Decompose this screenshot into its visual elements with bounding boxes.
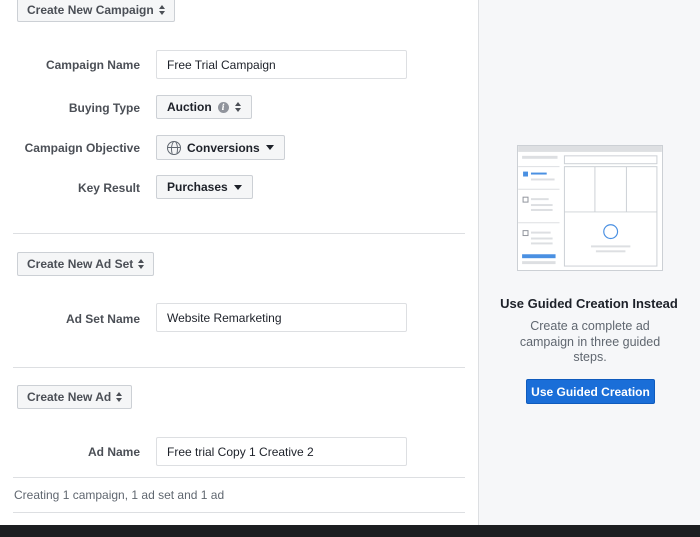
section-divider [13,233,465,234]
create-new-ad-dropdown[interactable]: Create New Ad [17,385,133,409]
create-new-ad-set-dropdown[interactable]: Create New Ad Set [17,252,155,276]
info-icon[interactable]: i [217,101,229,113]
campaign-objective-label: Campaign Objective [24,141,140,155]
bottom-bar [0,525,700,537]
ad-set-name-label: Ad Set Name [65,312,140,326]
updown-arrows-icon [158,5,165,15]
section-divider [13,477,465,478]
illustration-blue-bar [522,254,556,259]
section-divider [13,367,465,368]
globe-icon [167,140,181,155]
key-result-value: Purchases [167,180,228,194]
illustration-line [530,237,553,240]
illustration-line [522,261,556,265]
key-result-select[interactable]: Purchases [156,175,253,199]
illustration-circle [603,224,619,240]
ad-name-input[interactable]: Free trial Copy 1 Creative 2 [156,437,407,466]
illustration-line [530,208,553,211]
caret-down-icon [233,184,242,190]
grid-icon [522,196,529,203]
check-icon [523,171,528,177]
illustration-line [530,242,553,245]
illustration-line [530,204,553,207]
create-new-campaign-dropdown[interactable]: Create New Campaign [17,0,175,22]
campaign-name-label: Campaign Name [45,58,140,72]
ad-set-name-input[interactable]: Website Remarketing [156,303,407,332]
image-icon [522,230,529,237]
ad-name-label: Ad Name [87,445,140,459]
creation-summary: Creating 1 campaign, 1 ad set and 1 ad [14,488,225,502]
create-new-ad-set-label: Create New Ad Set [27,257,134,271]
illustration-line [530,178,555,181]
ad-set-name-value: Website Remarketing [167,310,282,325]
ad-name-value: Free trial Copy 1 Creative 2 [167,444,314,459]
key-result-label: Key Result [77,181,140,195]
illustration-line [530,198,549,201]
create-new-campaign-label: Create New Campaign [27,3,154,17]
use-guided-creation-button[interactable]: Use Guided Creation [526,379,655,404]
footer-divider [13,512,465,513]
illustration-topbar [518,146,662,152]
updown-arrows-icon [234,102,241,112]
illustration-header-box [563,155,658,165]
create-new-ad-label: Create New Ad [27,390,112,404]
buying-type-label: Buying Type [68,101,140,115]
campaign-objective-value: Conversions [187,140,260,155]
illustration-line [595,250,626,253]
guided-creation-illustration [517,145,663,271]
illustration-line [530,172,547,175]
campaign-name-value: Free Trial Campaign [167,57,276,72]
illustration-line [530,231,551,234]
guided-creation-title: Use Guided Creation Instead [500,296,678,311]
illustration-line [522,155,558,159]
campaign-name-input[interactable]: Free Trial Campaign [156,50,407,79]
quick-creation-panel: Create New Campaign Campaign Name Free T… [0,0,478,525]
illustration-line [590,245,631,248]
campaign-objective-select[interactable]: Conversions [156,135,285,160]
updown-arrows-icon [138,259,145,269]
guided-creation-description: Create a complete ad campaign in three g… [519,319,661,364]
buying-type-value: Auction [167,100,212,114]
updown-arrows-icon [116,392,123,402]
create-campaign-dialog: Create New Campaign Campaign Name Free T… [0,0,700,537]
buying-type-select[interactable]: Auction i [156,95,252,119]
caret-down-icon [265,145,274,150]
